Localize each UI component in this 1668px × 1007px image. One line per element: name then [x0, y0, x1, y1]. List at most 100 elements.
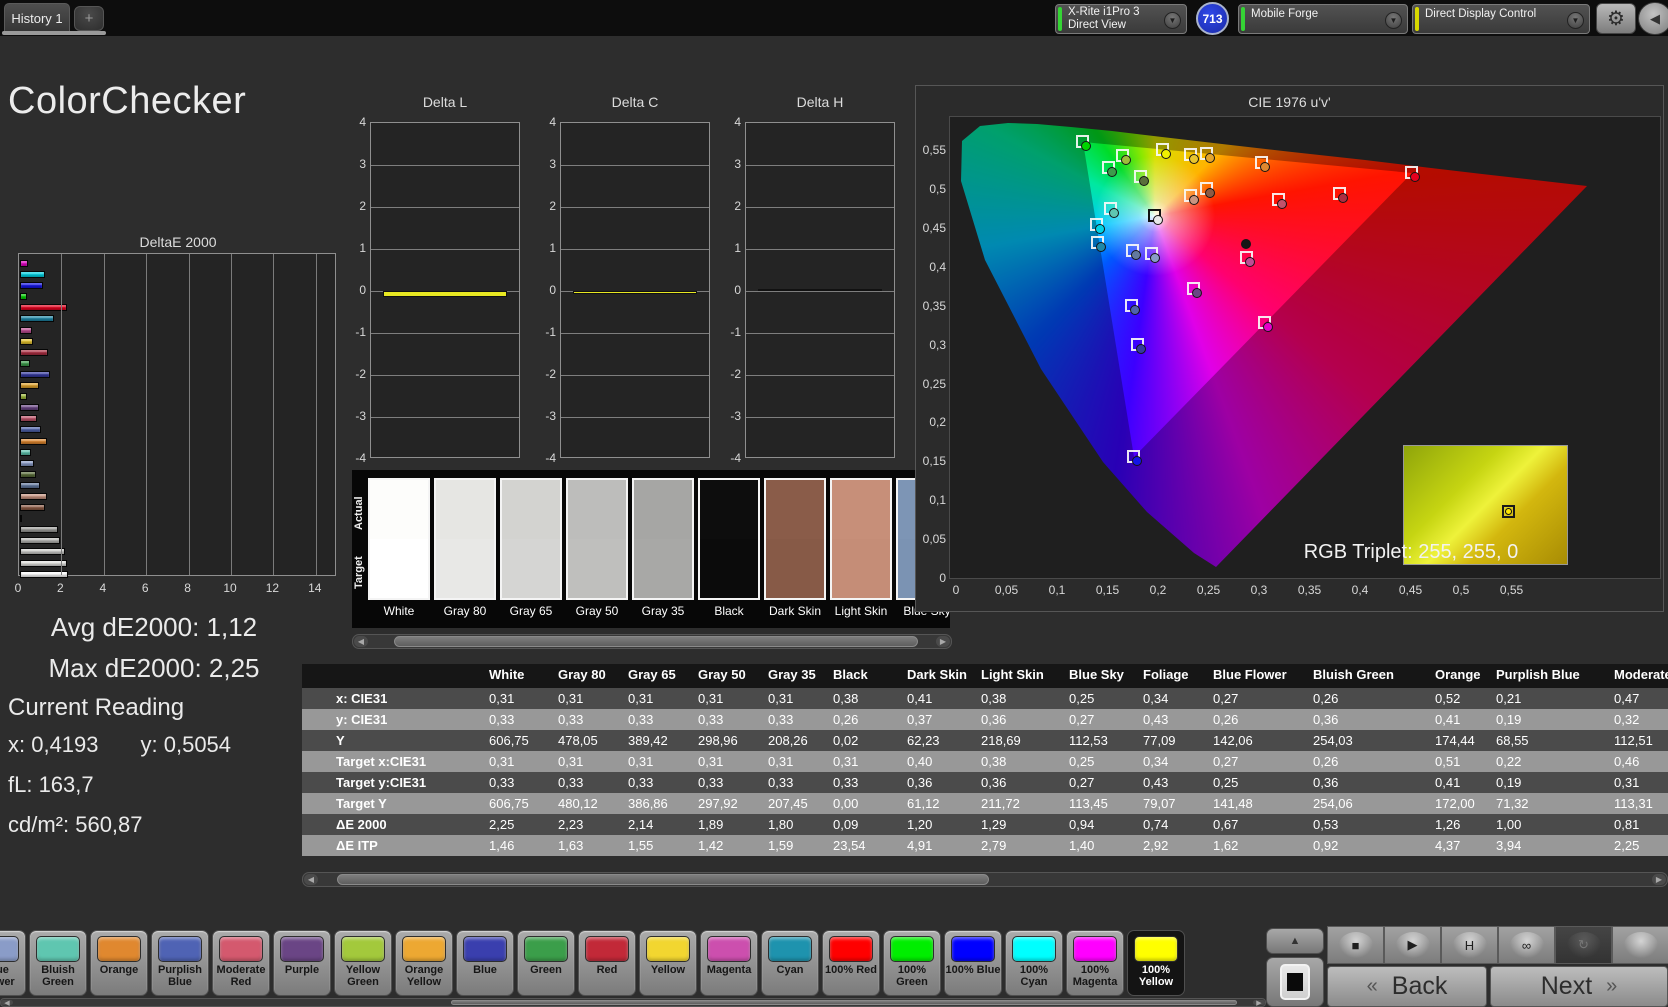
deltae-bar: [20, 481, 40, 489]
transport-end-icon[interactable]: H: [1441, 926, 1498, 964]
patch-button-purple[interactable]: Purple: [273, 930, 331, 996]
patch-button-cyan[interactable]: Cyan: [761, 930, 819, 996]
delta-chart: [745, 122, 895, 458]
patch-button-yellow-green[interactable]: Yellow Green: [334, 930, 392, 996]
scroll-left-icon[interactable]: ◀: [304, 874, 318, 885]
table-cell: 1,62: [1211, 835, 1311, 856]
pattern-source-label: Mobile Forge: [1251, 8, 1319, 20]
patch-button-moderate-red[interactable]: Moderate Red: [212, 930, 270, 996]
patch-strip-scrollbar[interactable]: ◀ ▶: [0, 998, 1266, 1007]
patch-button-100-magenta[interactable]: 100% Magenta: [1066, 930, 1124, 996]
back-chevron-icon: «: [1366, 975, 1378, 997]
table-cell: 4,91: [905, 835, 979, 856]
table-cell: 0,36: [979, 709, 1067, 730]
patch-button-red[interactable]: Red: [578, 930, 636, 996]
tab-history-1[interactable]: History 1: [4, 3, 70, 32]
transport-stop-icon[interactable]: ■: [1327, 926, 1384, 964]
patch-label: Yellow: [650, 964, 686, 976]
patch-button-100-red[interactable]: 100% Red: [822, 930, 880, 996]
table-column-header: Gray 50: [696, 664, 766, 688]
y-tick-label: 4: [549, 115, 556, 129]
table-cell: 0,22: [1494, 751, 1612, 772]
patch-button-magenta[interactable]: Magenta: [700, 930, 758, 996]
patch-button-blue-flower[interactable]: Blue Flower: [0, 930, 26, 996]
table-cell: 207,45: [766, 793, 831, 814]
meter-selector[interactable]: X-Rite i1Pro 3 Direct View ▼: [1055, 4, 1187, 34]
y-tick-label: 2: [359, 199, 366, 213]
next-button[interactable]: Next »: [1490, 966, 1668, 1007]
y-tick-label: 1: [734, 241, 741, 255]
scroll-left-icon[interactable]: ◀: [354, 636, 368, 647]
pattern-source-selector[interactable]: Mobile Forge ▼: [1238, 4, 1408, 34]
patch-button-blue[interactable]: Blue: [456, 930, 514, 996]
swatch-label: Light Skin: [834, 604, 888, 618]
deltae-bar: [20, 470, 36, 478]
deltae-bar: [20, 326, 32, 334]
chevron-down-icon[interactable]: ▼: [1164, 12, 1181, 29]
chevron-down-icon[interactable]: ▼: [1385, 12, 1402, 29]
table-cell: 0,74: [1141, 814, 1211, 835]
y-tick-label: 0: [734, 283, 741, 297]
swatch-target: [568, 539, 626, 598]
scroll-right-icon[interactable]: ▶: [936, 636, 950, 647]
patch-button-bluish-green[interactable]: Bluish Green: [29, 930, 87, 996]
table-cell: 0,47: [1612, 688, 1668, 709]
table-row-label: Target y:CIE31: [302, 772, 487, 793]
transport-blank-button[interactable]: [1612, 926, 1668, 964]
table-cell: 386,86: [626, 793, 696, 814]
table-cell: 0,26: [831, 709, 905, 730]
table-cell: 0,34: [1141, 688, 1211, 709]
deltae-bar: [20, 415, 38, 423]
table-corner-cell: [302, 664, 487, 688]
scroll-right-icon[interactable]: ▶: [1652, 874, 1666, 885]
patch-button-100-yellow[interactable]: 100% Yellow: [1127, 930, 1185, 996]
gear-icon[interactable]: ⚙: [1596, 3, 1636, 34]
patch-button-100-blue[interactable]: 100% Blue: [944, 930, 1002, 996]
display-control-selector[interactable]: Direct Display Control ▼: [1412, 4, 1590, 34]
scroll-right-icon[interactable]: ▶: [1253, 1000, 1265, 1007]
transport-play-icon[interactable]: ▶: [1384, 926, 1441, 964]
patch-button-purplish-blue[interactable]: Purplish Blue: [151, 930, 209, 996]
patch-label: Purplish Blue: [157, 964, 202, 988]
swatch-label: Gray 35: [641, 604, 685, 618]
chevron-down-icon[interactable]: ▼: [1567, 12, 1584, 29]
patch-button-orange[interactable]: Orange: [90, 930, 148, 996]
collapse-panel-icon[interactable]: ◀: [1638, 2, 1668, 35]
swatch-scrollbar-thumb[interactable]: [394, 636, 918, 647]
end-icon: H: [1452, 932, 1487, 958]
table-scrollbar[interactable]: ◀ ▶: [302, 872, 1668, 887]
patch-strip-up-button[interactable]: ▲: [1266, 928, 1324, 954]
table-cell: 0,31: [626, 751, 696, 772]
deltae-bar: [20, 548, 66, 556]
swatch-target: [832, 539, 890, 598]
patch-button-yellow[interactable]: Yellow: [639, 930, 697, 996]
table-cell: 68,55: [1494, 730, 1612, 751]
patch-button-green[interactable]: Green: [517, 930, 575, 996]
patch-button-orange-yellow[interactable]: Orange Yellow: [395, 930, 453, 996]
scroll-left-icon[interactable]: ◀: [1, 1000, 13, 1007]
table-scrollbar-thumb[interactable]: [337, 874, 989, 885]
table-cell: 606,75: [487, 730, 556, 751]
transport-refresh-icon[interactable]: ↻: [1555, 926, 1612, 964]
table-cell: 2,14: [626, 814, 696, 835]
table-column-header: Dark Skin: [905, 664, 979, 688]
patch-color-chip: [463, 936, 507, 962]
add-tab-button[interactable]: +: [74, 6, 104, 31]
delta-bar: [572, 291, 698, 294]
swatch-scrollbar[interactable]: ◀ ▶: [352, 634, 952, 649]
gridline: [103, 254, 105, 575]
back-button[interactable]: « Back: [1327, 966, 1487, 1007]
patch-label: Yellow Green: [345, 964, 381, 988]
patch-button-100-green[interactable]: 100% Green: [883, 930, 941, 996]
swatch-actual: [766, 480, 824, 539]
pattern-window-button[interactable]: [1266, 957, 1324, 1007]
y-tick-label: -4: [355, 451, 366, 465]
measured-marker: [1129, 305, 1140, 316]
patch-scrollbar-thumb[interactable]: [451, 1000, 1237, 1005]
patch-color-chip: [219, 936, 263, 962]
gridline: [746, 291, 894, 292]
deltae-bar: [20, 393, 28, 401]
gridline: [371, 165, 519, 166]
transport-loop-infinite-icon[interactable]: ∞: [1498, 926, 1555, 964]
patch-button-100-cyan[interactable]: 100% Cyan: [1005, 930, 1063, 996]
